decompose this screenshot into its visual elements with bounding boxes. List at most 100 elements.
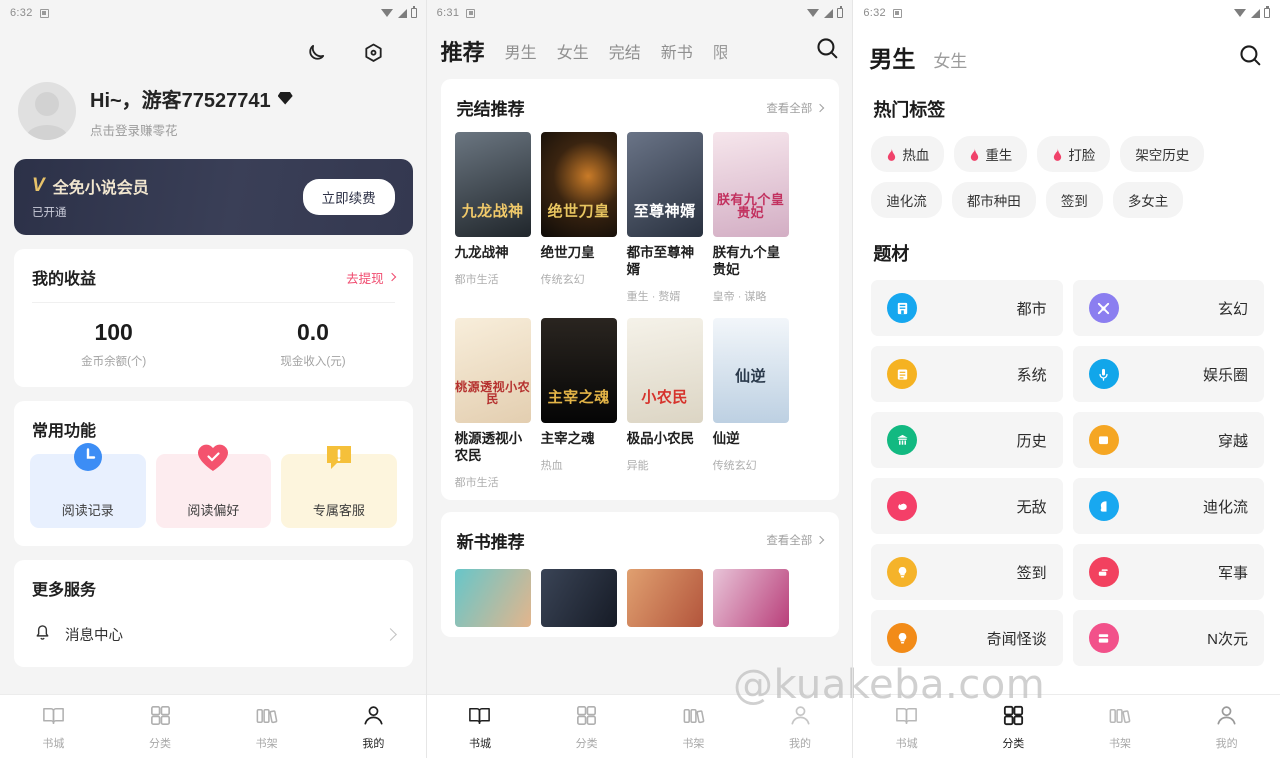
tab-mine[interactable]: 我的 bbox=[320, 703, 427, 751]
battery-icon bbox=[410, 6, 417, 18]
search-icon[interactable] bbox=[814, 35, 841, 67]
tab-label: 书城 bbox=[895, 737, 918, 750]
book-card[interactable]: 主宰之魂 主宰之魂 热血 bbox=[540, 317, 617, 490]
tab-male[interactable]: 男生 bbox=[505, 39, 537, 63]
bulb-icon bbox=[887, 557, 918, 587]
book-category: 都市生活 bbox=[454, 476, 499, 489]
status-app-icon bbox=[39, 8, 49, 18]
search-icon[interactable] bbox=[1237, 42, 1264, 74]
book-title: 桃源透视小农民 bbox=[454, 430, 523, 463]
tab-bookshelf[interactable]: 书架 bbox=[1067, 703, 1174, 751]
cover-text: 桃源透视小农民 bbox=[455, 379, 531, 407]
book-card[interactable]: 绝世刀皇 绝世刀皇 传统玄幻 bbox=[540, 132, 617, 304]
book-cover: 小农民 bbox=[626, 317, 703, 423]
tab-mine[interactable]: 我的 bbox=[747, 703, 854, 751]
genre-cell-urban[interactable]: 都市 bbox=[871, 280, 1063, 336]
func-reading-preference[interactable]: 阅读偏好 bbox=[155, 444, 272, 528]
tag-chip[interactable]: 热血 bbox=[871, 136, 945, 172]
tab-newbooks[interactable]: 新书 bbox=[661, 39, 693, 63]
tab-category[interactable]: 分类 bbox=[107, 703, 214, 751]
genre-cell-history[interactable]: 历史 bbox=[871, 412, 1063, 468]
screen-category: 6:32 男生 女生 热门标签 热血 重生 打脸 架空历史 迪化流 都市种田 签… bbox=[853, 0, 1280, 758]
tag-label: 架空历史 bbox=[1135, 148, 1190, 163]
book-card[interactable]: 朕有九个皇贵妃 朕有九个皇贵妃 皇帝 · 谋略 bbox=[712, 132, 789, 304]
func-reading-history[interactable]: 阅读记录 bbox=[30, 443, 146, 528]
signal-icon bbox=[397, 8, 407, 18]
tag-chip[interactable]: 签到 bbox=[1045, 182, 1103, 218]
profile-row[interactable]: Hi~，游客77527741 点击登录赚零花 bbox=[0, 68, 427, 140]
genre-cell-checkin[interactable]: 签到 bbox=[871, 544, 1063, 600]
tag-chip[interactable]: 多女主 bbox=[1112, 182, 1184, 218]
tab-label: 我的 bbox=[362, 737, 385, 750]
tab-category[interactable]: 分类 bbox=[533, 703, 640, 751]
genre-cell-n-dimension[interactable]: N次元 bbox=[1072, 610, 1264, 666]
tag-chip[interactable]: 迪化流 bbox=[871, 182, 942, 218]
new-book-thumb[interactable] bbox=[626, 568, 703, 627]
tag-chip[interactable]: 打脸 bbox=[1037, 136, 1111, 172]
tag-chip[interactable]: 都市种田 bbox=[951, 182, 1036, 218]
gear-icon[interactable] bbox=[359, 38, 389, 68]
book-category: 重生 · 赘婿 bbox=[626, 290, 681, 303]
tag-chip[interactable]: 架空历史 bbox=[1120, 136, 1205, 172]
genre-cell-fantasy[interactable]: 玄幻 bbox=[1072, 280, 1264, 336]
book-title: 仙逆 bbox=[712, 430, 740, 446]
tab-label: 分类 bbox=[149, 737, 171, 750]
new-book-thumb[interactable] bbox=[540, 568, 617, 627]
genre-cell-system[interactable]: 系统 bbox=[871, 346, 1063, 402]
tab-label: 分类 bbox=[1002, 737, 1025, 750]
genre-cell-timetravel[interactable]: 穿越 bbox=[1072, 412, 1264, 468]
tab-recommend[interactable]: 推荐 bbox=[441, 35, 485, 67]
book-card[interactable]: 仙逆 仙逆 传统玄幻 bbox=[712, 317, 789, 490]
tab-label: 书架 bbox=[1108, 737, 1131, 750]
genre-cell-dihualiu[interactable]: 迪化流 bbox=[1072, 478, 1264, 534]
profile-subtitle[interactable]: 点击登录赚零花 bbox=[90, 120, 293, 139]
genre-cell-invincible[interactable]: 无敌 bbox=[871, 478, 1063, 534]
tag-label: 签到 bbox=[1060, 194, 1088, 209]
tag-chip[interactable]: 重生 bbox=[954, 136, 1028, 172]
stat-label: 现金收入(元) bbox=[280, 356, 346, 368]
new-book-thumb[interactable] bbox=[712, 568, 789, 627]
view-all-link[interactable]: 查看全部 bbox=[766, 100, 825, 116]
status-time: 6:32 bbox=[10, 7, 33, 19]
genre-label: 军事 bbox=[1217, 564, 1248, 582]
genre-cell-military[interactable]: 军事 bbox=[1072, 544, 1264, 600]
fist-icon bbox=[887, 491, 918, 521]
tab-female[interactable]: 女生 bbox=[557, 39, 589, 63]
tab-limited-clipped[interactable]: 限 bbox=[713, 39, 727, 63]
tab-bookstore[interactable]: 书城 bbox=[427, 703, 534, 751]
tab-male[interactable]: 男生 bbox=[869, 40, 915, 74]
tab-mine[interactable]: 我的 bbox=[1173, 703, 1280, 751]
cover-text: 仙逆 bbox=[735, 368, 767, 385]
tab-bookshelf[interactable]: 书架 bbox=[640, 703, 747, 751]
book-card[interactable]: 小农民 极品小农民 异能 bbox=[626, 317, 703, 490]
tab-label: 书城 bbox=[42, 737, 65, 750]
book-card[interactable]: 九龙战神 九龙战神 都市生活 bbox=[454, 132, 531, 304]
book-card[interactable]: 桃源透视小农民 桃源透视小农民 都市生活 bbox=[454, 317, 531, 490]
vip-renew-button[interactable]: 立即续费 bbox=[302, 179, 395, 215]
tab-category[interactable]: 分类 bbox=[960, 703, 1067, 751]
battery-icon bbox=[1263, 6, 1270, 18]
mic-icon bbox=[1088, 359, 1119, 389]
genre-cell-strange-tales[interactable]: 奇闻怪谈 bbox=[871, 610, 1063, 666]
withdraw-link[interactable]: 去提现 bbox=[346, 268, 396, 287]
functions-list: 阅读记录 阅读偏好 专属客服 bbox=[14, 443, 413, 546]
tab-female[interactable]: 女生 bbox=[933, 47, 967, 74]
tag-label: 迪化流 bbox=[886, 194, 927, 209]
new-book-thumb[interactable] bbox=[454, 568, 531, 627]
moon-icon[interactable] bbox=[301, 38, 331, 68]
tab-completed[interactable]: 完结 bbox=[609, 39, 641, 63]
tab-bookstore[interactable]: 书城 bbox=[853, 703, 960, 751]
view-all-link[interactable]: 查看全部 bbox=[766, 532, 825, 548]
wifi-icon bbox=[1233, 8, 1247, 18]
func-customer-service[interactable]: 专属客服 bbox=[281, 446, 397, 528]
three-phone-screenshots: 6:32 Hi~，游客77527741 点击登录赚零花 V 全免小说会员 已开通… bbox=[0, 0, 1280, 758]
more-item-label: 消息中心 bbox=[65, 627, 123, 644]
more-item-message-center[interactable]: 消息中心 bbox=[14, 613, 413, 667]
vip-card[interactable]: V 全免小说会员 已开通 立即续费 bbox=[14, 159, 413, 235]
vip-title-row: V 全免小说会员 bbox=[32, 174, 303, 198]
genre-cell-entertainment[interactable]: 娱乐圈 bbox=[1072, 346, 1264, 402]
tab-bookstore[interactable]: 书城 bbox=[0, 703, 107, 751]
genre-label: 历史 bbox=[1016, 432, 1047, 450]
book-card[interactable]: 至尊神婿 都市至尊神婿 重生 · 赘婿 bbox=[626, 132, 703, 304]
tab-bookshelf[interactable]: 书架 bbox=[213, 703, 320, 751]
